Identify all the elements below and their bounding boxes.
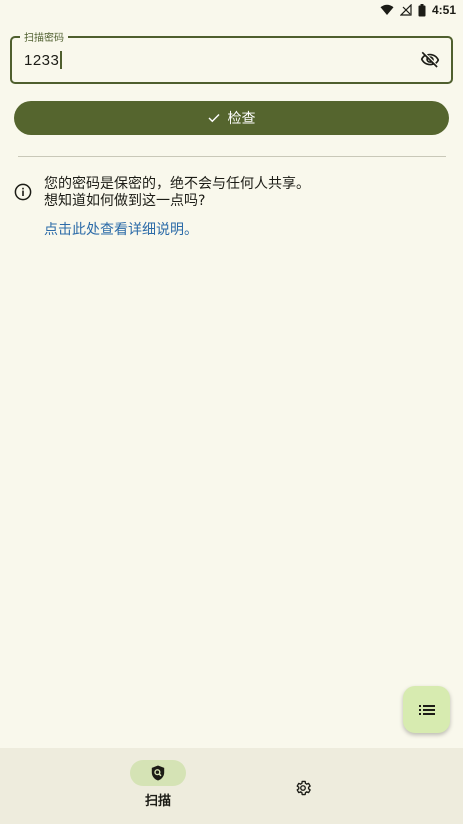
text-caret bbox=[60, 51, 62, 69]
bottom-navigation: 扫描 bbox=[0, 748, 463, 824]
wifi-icon bbox=[380, 4, 394, 15]
signal-icon bbox=[399, 4, 412, 16]
history-fab[interactable] bbox=[403, 686, 450, 733]
nav-item-scan[interactable]: 扫描 bbox=[118, 758, 198, 814]
divider bbox=[18, 156, 446, 157]
check-button-label: 检查 bbox=[227, 111, 256, 127]
privacy-text-line-2: 想知道如何做到这一点吗? bbox=[44, 193, 206, 209]
check-icon bbox=[208, 114, 219, 123]
status-time: 4:51 bbox=[431, 3, 456, 17]
details-link[interactable]: 点击此处查看详细说明。 bbox=[44, 219, 198, 239]
password-input[interactable]: 1233 bbox=[24, 51, 62, 69]
status-bar: 4:51 bbox=[0, 0, 463, 20]
privacy-text-line-1: 您的密码是保密的，绝不会与任何人共享。 bbox=[44, 176, 310, 192]
nav-scan-label: 扫描 bbox=[144, 794, 171, 809]
gear-icon bbox=[296, 780, 311, 796]
nav-item-settings[interactable] bbox=[283, 774, 323, 802]
password-input-value: 1233 bbox=[24, 51, 60, 69]
visibility-off-icon[interactable] bbox=[419, 50, 441, 70]
password-field[interactable]: 扫描密码 1233 bbox=[10, 29, 453, 84]
check-button[interactable]: 检查 bbox=[14, 101, 449, 135]
shield-search-icon bbox=[151, 765, 165, 781]
nav-scan-indicator bbox=[130, 760, 186, 786]
password-field-label: 扫描密码 bbox=[20, 29, 68, 44]
info-icon bbox=[14, 183, 32, 201]
list-icon bbox=[418, 704, 435, 715]
battery-icon bbox=[418, 3, 426, 16]
privacy-text: 您的密码是保密的，绝不会与任何人共享。 想知道如何做到这一点吗? bbox=[44, 176, 310, 210]
